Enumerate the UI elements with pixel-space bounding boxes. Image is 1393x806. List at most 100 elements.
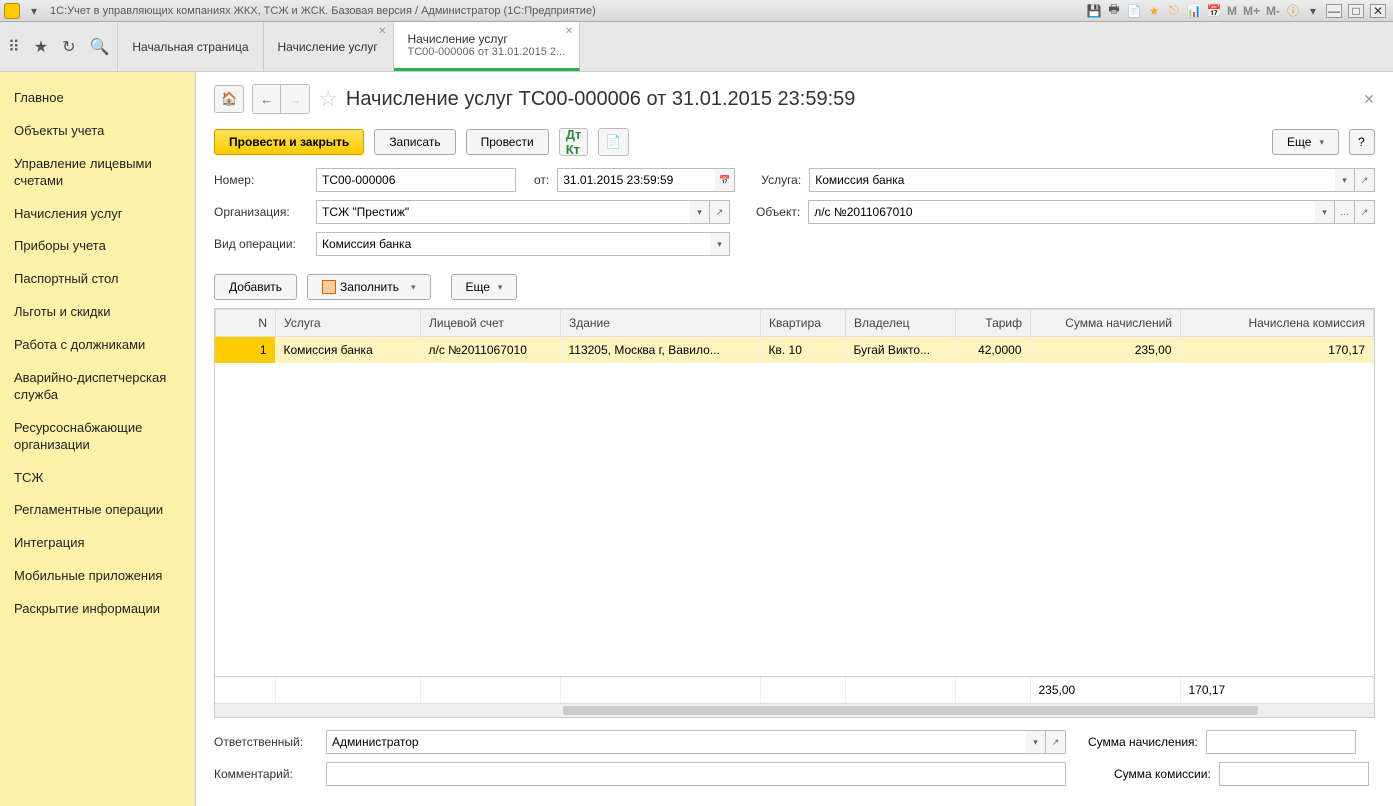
info-icon[interactable]: ⓘ — [1286, 4, 1300, 18]
close-doc-button[interactable]: ✕ — [1363, 91, 1375, 108]
comment-label: Комментарий: — [214, 767, 318, 781]
col-tarif[interactable]: Тариф — [956, 310, 1031, 337]
col-acc[interactable]: Лицевой счет — [421, 310, 561, 337]
sidebar-item[interactable]: Главное — [0, 82, 195, 115]
comment-field[interactable] — [326, 762, 1066, 786]
object-field[interactable] — [808, 200, 1315, 224]
calendar-icon[interactable]: 📅 — [1207, 4, 1221, 18]
fill-button[interactable]: Заполнить — [307, 274, 430, 300]
post-and-close-button[interactable]: Провести и закрыть — [214, 129, 364, 155]
dropdown-icon[interactable]: ▾ — [1315, 200, 1335, 224]
grid-more-button[interactable]: Еще — [451, 274, 518, 300]
fill-icon — [322, 280, 336, 294]
apps-icon[interactable]: ⠿ — [8, 37, 20, 57]
back-button[interactable]: ← — [253, 85, 281, 113]
report-icon[interactable]: 📄 — [598, 128, 628, 156]
help-button[interactable]: ? — [1349, 129, 1375, 155]
total-comm-label: Сумма комиссии: — [1114, 767, 1211, 781]
tab-accrual-list[interactable]: Начисление услуг ✕ — [264, 22, 394, 71]
open-icon[interactable]: ↗ — [1046, 730, 1066, 754]
fav-icon[interactable]: ★ — [1147, 4, 1161, 18]
col-n[interactable]: N — [216, 310, 276, 337]
tab-home[interactable]: Начальная страница — [118, 22, 263, 71]
service-field[interactable] — [809, 168, 1335, 192]
register-icon[interactable]: ДтКт — [559, 128, 589, 156]
number-label: Номер: — [214, 173, 308, 187]
history-icon[interactable]: ↻ — [62, 37, 75, 57]
sidebar-item[interactable]: Паспортный стол — [0, 263, 195, 296]
calc-icon[interactable]: 📊 — [1187, 4, 1201, 18]
col-owner[interactable]: Владелец — [846, 310, 956, 337]
sidebar-item[interactable]: Ресурсоснабжающие организации — [0, 412, 195, 462]
dropdown-icon[interactable]: ▾ — [27, 4, 41, 18]
service-label: Услуга: — [761, 173, 801, 187]
home-button[interactable]: 🏠 — [214, 85, 244, 113]
sidebar-item[interactable]: Льготы и скидки — [0, 296, 195, 329]
table-row[interactable]: 1 Комиссия банка л/с №2011067010 113205,… — [215, 337, 1374, 363]
doc-title: Начисление услуг ТС00-000006 от 31.01.20… — [346, 88, 855, 111]
post-button[interactable]: Провести — [466, 129, 549, 155]
sidebar-item[interactable]: Управление лицевыми счетами — [0, 148, 195, 198]
save-icon[interactable]: 💾 — [1087, 4, 1101, 18]
col-comm[interactable]: Начислена комиссия — [1181, 310, 1374, 337]
col-sum[interactable]: Сумма начислений — [1031, 310, 1181, 337]
info-drop-icon[interactable]: ▾ — [1306, 4, 1320, 18]
save-button[interactable]: Записать — [374, 129, 455, 155]
col-service[interactable]: Услуга — [276, 310, 421, 337]
m-button[interactable]: M — [1227, 4, 1237, 18]
open-icon[interactable]: ↗ — [710, 200, 730, 224]
more-button[interactable]: Еще — [1272, 129, 1339, 155]
col-building[interactable]: Здание — [561, 310, 761, 337]
open-icon[interactable]: ↗ — [1355, 168, 1375, 192]
sidebar-item[interactable]: Аварийно-диспетчерская служба — [0, 362, 195, 412]
add-row-button[interactable]: Добавить — [214, 274, 297, 300]
calendar-icon[interactable]: 📅 — [715, 168, 735, 192]
search-icon[interactable]: 🔍 — [89, 37, 109, 57]
tab-accrual-doc[interactable]: Начисление услуг ТС00-000006 от 31.01.20… — [394, 22, 581, 71]
horizontal-scrollbar[interactable] — [215, 703, 1374, 717]
sidebar-item[interactable]: Регламентные операции — [0, 494, 195, 527]
number-field[interactable] — [316, 168, 516, 192]
dropdown-icon[interactable]: ▾ — [1026, 730, 1046, 754]
dropdown-icon[interactable]: ▾ — [1335, 168, 1355, 192]
close-icon[interactable]: ✕ — [378, 26, 386, 37]
total-sum-field[interactable] — [1206, 730, 1356, 754]
content: 🏠 ← → ☆ Начисление услуг ТС00-000006 от … — [196, 72, 1393, 806]
sidebar-item[interactable]: Работа с должниками — [0, 329, 195, 362]
dropdown-icon[interactable]: ▾ — [690, 200, 710, 224]
responsible-label: Ответственный: — [214, 735, 318, 749]
ellipsis-icon[interactable]: … — [1335, 200, 1355, 224]
app-logo-icon — [4, 3, 20, 19]
sidebar-item[interactable]: Раскрытие информации — [0, 593, 195, 626]
sidebar-item[interactable]: Начисления услуг — [0, 198, 195, 231]
col-flat[interactable]: Квартира — [761, 310, 846, 337]
minimize-button[interactable]: — — [1326, 4, 1342, 18]
open-icon[interactable]: ↗ — [1355, 200, 1375, 224]
responsible-field[interactable] — [326, 730, 1026, 754]
sidebar-item[interactable]: Интеграция — [0, 527, 195, 560]
close-icon[interactable]: ✕ — [565, 26, 573, 37]
sidebar-item[interactable]: Приборы учета — [0, 230, 195, 263]
doc-icon[interactable]: 📄 — [1127, 4, 1141, 18]
date-field[interactable] — [557, 168, 715, 192]
close-window-button[interactable]: ✕ — [1370, 4, 1386, 18]
sidebar-item[interactable]: Объекты учета — [0, 115, 195, 148]
link-icon[interactable]: ⎋ — [1167, 4, 1181, 18]
window-title: 1С:Учет в управляющих компаниях ЖКХ, ТСЖ… — [50, 5, 1084, 17]
sidebar-item[interactable]: ТСЖ — [0, 462, 195, 495]
grid: N Услуга Лицевой счет Здание Квартира Вл… — [214, 308, 1375, 718]
m-plus-button[interactable]: M+ — [1243, 4, 1260, 18]
star-icon[interactable]: ★ — [34, 37, 48, 57]
sidebar-item[interactable]: Мобильные приложения — [0, 560, 195, 593]
print-icon[interactable]: 🖶 — [1107, 4, 1121, 18]
topbar: ⠿ ★ ↻ 🔍 Начальная страница Начисление ус… — [0, 22, 1393, 72]
optype-field[interactable] — [316, 232, 710, 256]
forward-button[interactable]: → — [281, 85, 309, 113]
org-field[interactable] — [316, 200, 690, 224]
total-comm-field[interactable] — [1219, 762, 1369, 786]
maximize-button[interactable]: □ — [1348, 4, 1364, 18]
favorite-star-icon[interactable]: ☆ — [318, 86, 338, 112]
sidebar: Главное Объекты учета Управление лицевым… — [0, 72, 196, 806]
m-minus-button[interactable]: M- — [1266, 4, 1280, 18]
dropdown-icon[interactable]: ▾ — [710, 232, 730, 256]
